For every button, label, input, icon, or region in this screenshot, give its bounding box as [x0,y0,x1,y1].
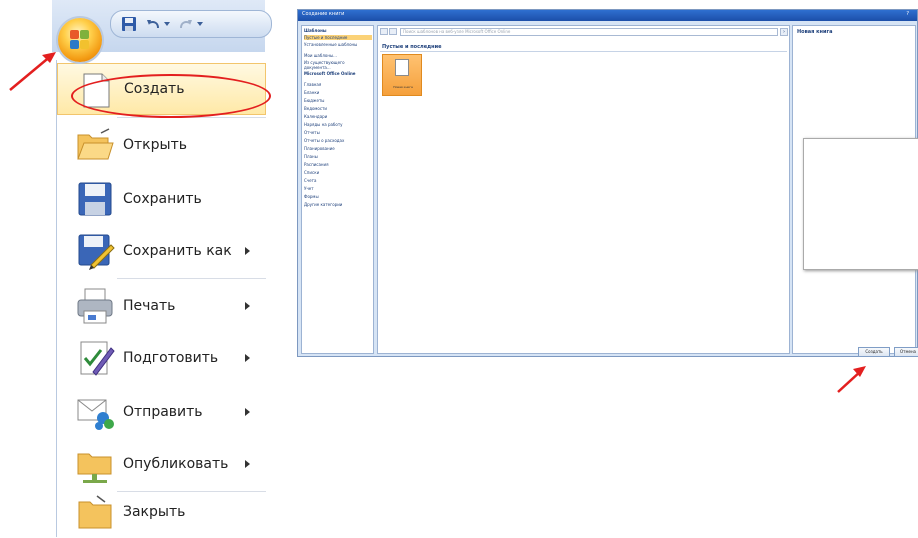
create-button[interactable]: Создать [858,347,890,357]
section-title: Пустые и последние [382,44,442,50]
template-thumbnail-new-workbook[interactable]: Новая книга [382,54,422,96]
sidebar-item-schedules[interactable]: Расписания [304,162,372,167]
sidebar-item-calendars[interactable]: Календари [304,114,372,119]
sidebar-item-forms[interactable]: Формы [304,194,372,199]
preview-title: Новая книга [797,29,833,35]
sidebar-item-blanks[interactable]: Бланки [304,90,372,95]
section-divider [380,51,787,52]
dialog-title: Создание книги [302,11,345,17]
sidebar-item-planning[interactable]: Планирование [304,146,372,151]
sidebar-heading: Шаблоны [304,28,327,33]
sidebar-item-invoices[interactable]: Счета [304,178,372,183]
sidebar-item-expense-reports[interactable]: Отчеты о расходах [304,138,372,143]
search-go-button[interactable]: › [780,28,788,36]
dialog-footer: Создать Отмена [298,347,918,358]
sidebar-item-office-online: Microsoft Office Online [304,71,356,76]
red-arrow-to-office-button [9,52,56,91]
back-button[interactable] [380,28,388,35]
sidebar-item-installed[interactable]: Установленные шаблоны [304,42,372,47]
sidebar-item-accounting[interactable]: Учет [304,186,372,191]
templates-sidebar: Шаблоны Пустые и последние Установленные… [301,25,374,354]
office-button-icon [70,30,90,50]
sidebar-item-blank-recent[interactable]: Пустые и последние [304,35,372,40]
template-search-input[interactable]: Поиск шаблонов на веб-узле Microsoft Off… [400,28,778,36]
sidebar-item-from-existing[interactable]: Из существующего документа... [304,60,372,70]
arrow-right-icon: › [783,29,785,35]
sidebar-item-lists[interactable]: Списки [304,170,372,175]
template-label: Новая книга [393,85,413,89]
dialog-titlebar: Создание книги ? [298,10,917,21]
sidebar-item-reports[interactable]: Отчеты [304,130,372,135]
sidebar-item-plans[interactable]: Планы [304,154,372,159]
forward-button[interactable] [389,28,397,35]
sidebar-item-work-orders[interactable]: Наряды на работу [304,122,372,127]
sidebar-item-budgets[interactable]: Бюджеты [304,98,372,103]
cancel-button[interactable]: Отмена [894,347,918,357]
help-button[interactable]: ? [906,11,909,17]
office-button[interactable] [58,18,102,62]
red-arrow-to-create-button [837,366,866,393]
templates-main-pane: Поиск шаблонов на веб-узле Microsoft Off… [377,25,790,354]
new-workbook-dialog: Создание книги ? Шаблоны Пустые и послед… [297,9,918,357]
preview-pane: Новая книга [792,25,918,354]
sidebar-item-my-templates[interactable]: Мои шаблоны... [304,53,372,58]
sidebar-item-statements[interactable]: Ведомости [304,106,372,111]
preview-page [803,138,918,270]
sidebar-item-other-categories[interactable]: Другие категории [304,202,372,207]
blank-workbook-icon [395,59,409,76]
sidebar-item-main[interactable]: Главная [304,82,372,87]
